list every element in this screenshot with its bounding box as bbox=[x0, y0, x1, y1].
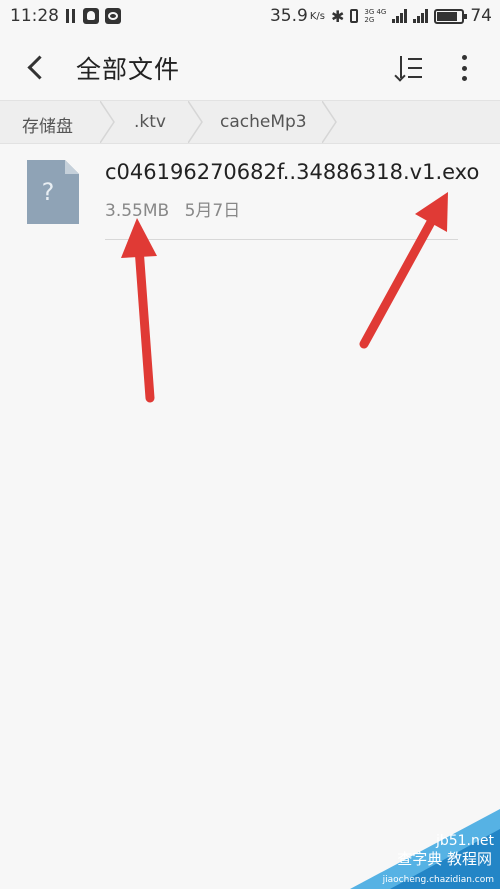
file-meta: 3.55MB 5月7日 bbox=[105, 196, 240, 221]
watermark: jb51.net 查字典 教程网 jiaocheng.chazidian.com bbox=[350, 809, 500, 889]
file-date: 5月7日 bbox=[184, 201, 241, 221]
unknown-file-icon: ? bbox=[27, 160, 79, 224]
pause-icon bbox=[65, 9, 77, 23]
annotation-arrow-size bbox=[121, 218, 157, 403]
status-bar: 11:28 35.9 K/s ✱ 3G 4G 2G 74 bbox=[0, 0, 500, 34]
more-options-button[interactable] bbox=[452, 52, 476, 84]
sort-icon bbox=[400, 56, 402, 78]
network-type: 3G 4G 2G bbox=[364, 8, 386, 24]
list-divider bbox=[105, 239, 458, 240]
breadcrumb-item-storage[interactable]: 存储盘 bbox=[22, 112, 73, 137]
qq-icon bbox=[83, 8, 99, 24]
bluetooth-icon: ✱ bbox=[330, 6, 345, 26]
network-speed: 35.9 bbox=[269, 6, 308, 26]
breadcrumb-item-ktv[interactable]: .ktv bbox=[134, 112, 166, 132]
breadcrumb-separator-icon bbox=[100, 101, 115, 143]
breadcrumb-separator-icon bbox=[322, 101, 337, 143]
breadcrumb-item-cachemp3[interactable]: cacheMp3 bbox=[220, 112, 307, 132]
file-list-item[interactable]: ? c046196270682f..34886318.v1.exo 3.55MB… bbox=[0, 144, 500, 240]
clock: 11:28 bbox=[10, 6, 59, 26]
battery-level: 74 bbox=[470, 6, 492, 26]
breadcrumb: 存储盘 .ktv cacheMp3 bbox=[0, 100, 500, 144]
watermark-line-1: jb51.net bbox=[435, 833, 494, 849]
page-title: 全部文件 bbox=[76, 55, 181, 84]
breadcrumb-separator-icon bbox=[188, 101, 203, 143]
app-header: 全部文件 bbox=[0, 34, 500, 100]
network-type-top: 3G 4G bbox=[364, 8, 387, 16]
sort-button[interactable] bbox=[396, 52, 428, 84]
file-name: c046196270682f..34886318.v1.exo bbox=[105, 160, 480, 184]
back-button[interactable] bbox=[20, 48, 52, 86]
watermark-line-3: jiaocheng.chazidian.com bbox=[382, 875, 494, 885]
weibo-icon bbox=[105, 8, 121, 24]
svg-text:?: ? bbox=[42, 178, 55, 206]
file-size: 3.55MB bbox=[105, 201, 170, 221]
battery-icon bbox=[434, 8, 468, 24]
status-bar-right: 35.9 K/s ✱ 3G 4G 2G 74 bbox=[270, 6, 492, 26]
signal-icon-2 bbox=[413, 9, 429, 23]
chevron-left-icon bbox=[26, 54, 52, 80]
network-type-bottom: 2G bbox=[364, 16, 375, 24]
more-dot-icon bbox=[461, 55, 467, 60]
watermark-line-2: 查字典 教程网 bbox=[397, 850, 492, 868]
vibrate-icon bbox=[350, 9, 359, 23]
status-bar-left: 11:28 bbox=[10, 6, 121, 26]
signal-icon bbox=[392, 9, 408, 23]
network-speed-unit: K/s bbox=[309, 10, 325, 22]
